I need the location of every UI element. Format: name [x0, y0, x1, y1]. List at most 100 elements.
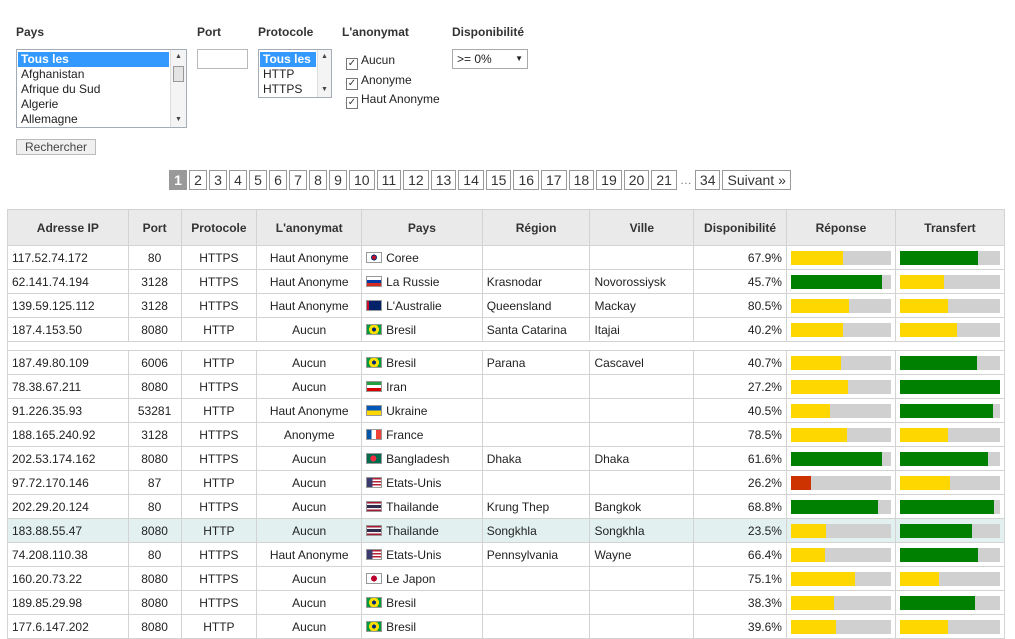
scroll-down-icon[interactable]: ▼ [171, 113, 186, 127]
table-row[interactable]: 189.85.29.98 8080 HTTPS Aucun Bresil 38.3% [7, 590, 1006, 615]
page-link[interactable]: 15 [485, 170, 512, 190]
ip-cell: 187.49.80.109 [7, 350, 129, 375]
pays-option[interactable]: Tous les [18, 52, 169, 67]
protocole-scrollbar[interactable]: ▲ ▼ [317, 50, 331, 97]
table-row[interactable]: 187.4.153.50 8080 HTTP Aucun Bresil Santa Cat… [7, 317, 1006, 342]
table-row[interactable]: 78.38.67.211 8080 HTTPS Aucun Iran 27.2% [7, 374, 1006, 399]
column-header[interactable]: Adresse IP [7, 209, 129, 246]
column-header[interactable]: Ville [589, 209, 695, 246]
anonymat-anonyme-checkbox[interactable]: ✓ Anonyme [346, 73, 412, 90]
country-cell: Le Japon [361, 566, 483, 591]
anonymity-cell: Aucun [256, 470, 363, 495]
availability-cell: 40.7% [693, 350, 787, 375]
column-header[interactable]: Protocole [180, 209, 258, 246]
response-bar-fill [790, 274, 882, 289]
disponibilite-value: >= 0% [457, 52, 492, 66]
ip-cell: 202.29.20.124 [7, 494, 129, 519]
page-link[interactable]: 12 [403, 170, 429, 190]
pays-option[interactable]: Algerie [18, 97, 169, 112]
country-name: Coree [386, 250, 419, 265]
protocol-cell: HTTPS [180, 494, 258, 519]
page-link[interactable]: 5 [249, 170, 267, 190]
pays-option[interactable]: Allemagne [18, 112, 169, 127]
anonymat-aucun-checkbox[interactable]: ✓ Aucun [346, 53, 395, 70]
column-header[interactable]: Disponibilité [693, 209, 787, 246]
page-link[interactable]: 21 [651, 170, 677, 190]
column-header[interactable]: Port [127, 209, 182, 246]
search-button[interactable]: Rechercher [16, 139, 96, 155]
country-name: Etats-Unis [386, 547, 442, 562]
transfer-bar [899, 619, 1000, 634]
next-page-button[interactable]: Suivant » [722, 170, 791, 190]
scroll-up-icon[interactable]: ▲ [318, 50, 331, 64]
page-link[interactable]: 2 [189, 170, 207, 190]
anonymity-cell: Haut Anonyme [256, 398, 363, 423]
page-link[interactable]: 19 [596, 170, 622, 190]
pays-option[interactable]: Afghanistan [18, 67, 169, 82]
column-header[interactable]: Réponse [785, 209, 896, 246]
protocole-listbox[interactable]: Tous les HTTP HTTPS ▲ ▼ [258, 49, 332, 98]
table-row[interactable]: 139.59.125.112 3128 HTTPS Haut Anonyme L'Aus… [7, 293, 1006, 318]
response-cell [785, 470, 896, 495]
page-link[interactable]: 16 [513, 170, 540, 190]
protocole-option[interactable]: Tous les [260, 52, 316, 67]
anonymity-cell: Aucun [256, 446, 363, 471]
scroll-down-icon[interactable]: ▼ [318, 83, 331, 97]
column-header[interactable]: Région [481, 209, 591, 246]
scroll-up-icon[interactable]: ▲ [171, 50, 186, 64]
pays-scrollbar[interactable]: ▲ ▼ [170, 50, 186, 127]
pays-option[interactable]: Afrique du Sud [18, 82, 169, 97]
anonymat-haut-checkbox[interactable]: ✓ Haut Anonyme [346, 92, 440, 109]
table-row[interactable]: 187.49.80.109 6006 HTTP Aucun Bresil Parana Ca… [7, 350, 1006, 375]
transfer-cell [894, 470, 1006, 495]
response-bar [790, 427, 891, 442]
table-row[interactable]: 62.141.74.194 3128 HTTPS Haut Anonyme La Rus… [7, 269, 1006, 294]
page-link[interactable]: 20 [623, 170, 650, 190]
page-link[interactable]: 17 [541, 170, 567, 190]
column-header[interactable]: Transfert [894, 209, 1006, 246]
country-cell: France [361, 422, 483, 447]
table-row[interactable]: 97.72.170.146 87 HTTP Aucun Etats-Unis 26.2% [7, 470, 1006, 495]
table-row[interactable]: 117.52.74.172 80 HTTPS Haut Anonyme Coree 67.… [7, 245, 1006, 270]
protocol-cell: HTTPS [180, 374, 258, 399]
table-row[interactable]: 91.226.35.93 53281 HTTP Haut Anonyme Ukraine… [7, 398, 1006, 423]
protocol-cell: HTTPS [180, 422, 258, 447]
column-header[interactable]: Pays [361, 209, 483, 246]
table-row[interactable]: 160.20.73.22 8080 HTTPS Aucun Le Japon 75.1% [7, 566, 1006, 591]
response-bar [790, 403, 891, 418]
page-link[interactable]: 13 [430, 170, 457, 190]
protocole-option[interactable]: HTTP [260, 67, 316, 82]
page-link[interactable]: 11 [376, 170, 402, 190]
page-link[interactable]: 3 [209, 170, 227, 190]
page-link[interactable]: 18 [568, 170, 595, 190]
page-link[interactable]: 7 [289, 170, 307, 190]
table-row[interactable]: 74.208.110.38 80 HTTPS Haut Anonyme Etats-Un… [7, 542, 1006, 567]
port-input[interactable] [197, 49, 248, 69]
table-row[interactable]: 202.53.174.162 8080 HTTPS Aucun Bangladesh Dh… [7, 446, 1006, 471]
table-row[interactable]: 177.6.147.202 8080 HTTP Aucun Bresil 39.6% [7, 614, 1006, 639]
page-link[interactable]: 9 [329, 170, 347, 190]
page-link[interactable]: 10 [349, 170, 375, 190]
page-link[interactable]: 1 [169, 170, 187, 190]
scroll-thumb[interactable] [173, 66, 184, 82]
flag-ir-icon [366, 380, 383, 392]
page-link[interactable]: 14 [458, 170, 484, 190]
disponibilite-select[interactable]: >= 0% ▼ [452, 49, 528, 69]
region-cell: Krasnodar [481, 269, 591, 294]
city-cell [589, 614, 695, 639]
protocole-option[interactable]: HTTPS [260, 82, 316, 97]
page-link-last[interactable]: 34 [694, 170, 721, 190]
table-row[interactable]: 202.29.20.124 80 HTTPS Aucun Thailande Krung … [7, 494, 1006, 519]
port-cell: 3128 [127, 269, 182, 294]
country-name: Etats-Unis [386, 475, 442, 490]
table-row[interactable]: 188.165.240.92 3128 HTTPS Anonyme France 78.5… [7, 422, 1006, 447]
ip-cell: 202.53.174.162 [7, 446, 129, 471]
page-link[interactable]: 8 [309, 170, 327, 190]
table-row[interactable]: 183.88.55.47 8080 HTTP Aucun Thailande Songkh… [7, 518, 1006, 543]
transfer-cell [894, 446, 1006, 471]
pays-listbox[interactable]: Tous les Afghanistan Afrique du Sud Alge… [16, 49, 187, 128]
page-link[interactable]: 4 [229, 170, 247, 190]
column-header[interactable]: L'anonymat [256, 209, 363, 246]
flag-th-icon [366, 524, 383, 536]
page-link[interactable]: 6 [269, 170, 287, 190]
